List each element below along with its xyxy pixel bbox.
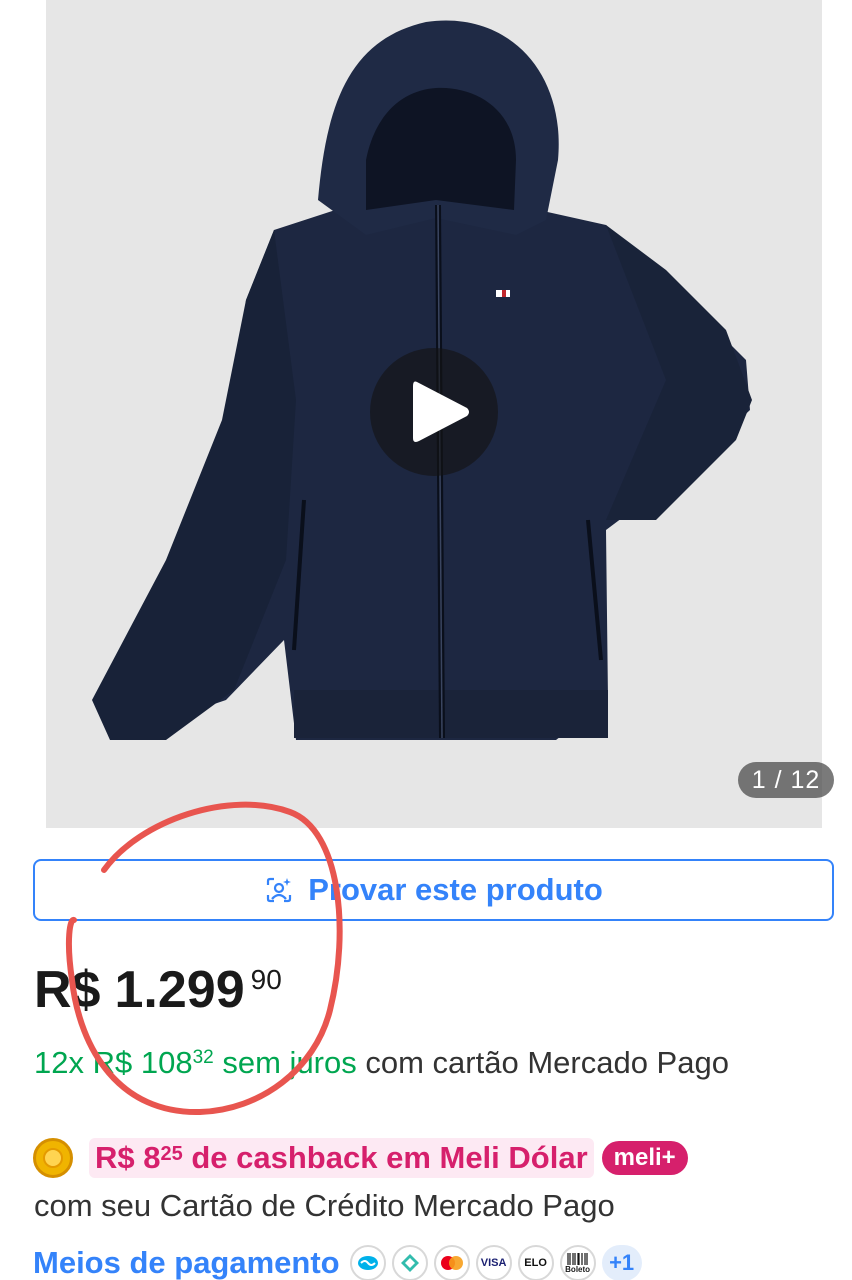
installments-info: 12x R$ 10832 sem juros com cartão Mercad… (34, 1034, 824, 1087)
installments-cents: 32 (192, 1047, 214, 1068)
cashback-suffix: de cashback em Meli Dólar (191, 1140, 588, 1175)
cashback-cents: 25 (160, 1143, 183, 1165)
try-product-button[interactable]: Provar este produto (33, 859, 834, 921)
meli-dolar-coin-icon (33, 1138, 73, 1178)
installments-suffix: com cartão Mercado Pago (365, 1045, 729, 1080)
price-amount: 1.299 (114, 961, 245, 1019)
mercado-pago-icon (349, 1245, 386, 1280)
cashback-subtext: com seu Cartão de Crédito Mercado Pago (34, 1188, 615, 1223)
boleto-icon: Boleto (559, 1245, 596, 1280)
boleto-label: Boleto (565, 1264, 591, 1274)
interest-free-label: sem juros (222, 1045, 357, 1080)
cashback-prefix: R$ 8 (95, 1140, 161, 1175)
cashback-text: R$ 825 de cashback em Meli Dólar (89, 1138, 594, 1178)
pix-icon (391, 1245, 428, 1280)
elo-icon: ELO (517, 1245, 554, 1280)
mastercard-icon (433, 1245, 470, 1280)
payment-methods-link[interactable]: Meios de pagamento (33, 1245, 340, 1280)
meli-plus-badge: meli+ (601, 1141, 688, 1175)
product-price: R$ 1.299 90 (34, 958, 282, 1022)
try-product-label: Provar este produto (308, 872, 603, 907)
price-cents: 90 (250, 964, 282, 995)
image-counter: 1 / 12 (738, 762, 834, 798)
cashback-row: R$ 825 de cashback em Meli Dólar meli+ (33, 1138, 688, 1178)
installments-currency: R$ (92, 1045, 133, 1080)
person-sparkle-icon (267, 877, 292, 903)
product-image-gallery[interactable]: 1 / 12 (0, 0, 852, 828)
more-payment-methods[interactable]: +1 (601, 1245, 642, 1280)
play-video-button[interactable] (370, 348, 498, 476)
visa-icon: VISA (475, 1245, 512, 1280)
payment-methods-row: Meios de pagamento VISA ELO Boleto +1 (33, 1240, 642, 1280)
installments-amount: 108 (140, 1045, 193, 1080)
price-currency: R$ (34, 961, 101, 1019)
play-icon (413, 381, 469, 442)
installments-count: 12x (34, 1045, 84, 1080)
